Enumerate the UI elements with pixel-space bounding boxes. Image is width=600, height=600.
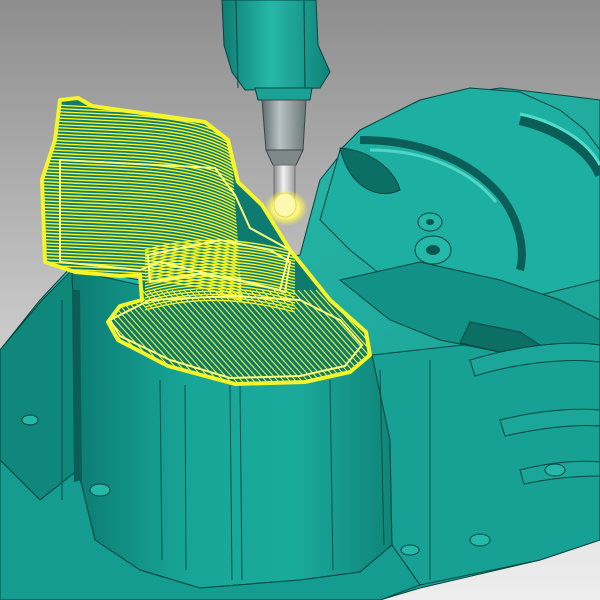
bolt-boss-3 [417,212,443,232]
cam-3d-viewport[interactable] [0,0,600,600]
bolt-boss-1 [414,235,452,265]
spindle-collet [254,87,313,101]
holder-taper [265,149,304,166]
cutter-ball-tip [273,192,297,218]
tool-holder [261,99,307,151]
scene-svg [0,0,600,600]
